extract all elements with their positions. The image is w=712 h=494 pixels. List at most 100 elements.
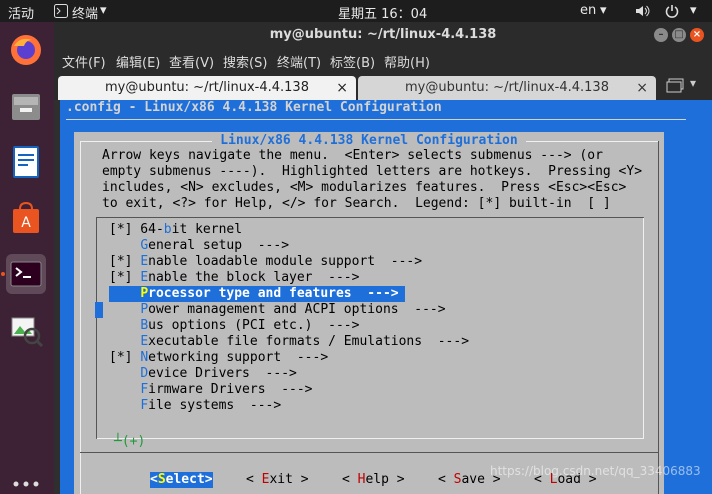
menu-item-label: eneral setup --->: [148, 238, 290, 253]
menu-item-hotkey: P: [140, 302, 149, 317]
menu-view[interactable]: 查看(V): [169, 52, 214, 71]
menu-item[interactable]: Device Drivers --->: [109, 366, 297, 382]
help-text-line: Arrow keys navigate the menu. <Enter> se…: [102, 148, 603, 163]
dialog-border-right: [658, 141, 659, 494]
activities-button[interactable]: 活动: [8, 3, 34, 22]
dialog-button[interactable]: < Exit >: [246, 472, 309, 488]
menu-item-prefix: [*]: [109, 270, 141, 285]
menu-item-label: it kernel: [171, 222, 243, 237]
menu-item-hotkey: B: [140, 318, 149, 333]
menu-item[interactable]: File systems --->: [109, 398, 281, 414]
software-center-icon[interactable]: A: [6, 198, 46, 238]
menu-item[interactable]: Power management and ACPI options --->: [109, 302, 446, 318]
menu-item-prefix: [109, 334, 140, 349]
window-title: my@ubuntu: ~/rt/linux-4.4.138: [54, 22, 712, 48]
dialog-button[interactable]: < Help >: [342, 472, 405, 488]
menu-item[interactable]: Processor type and features --->: [109, 286, 405, 302]
button-label: elp >: [365, 472, 405, 487]
menu-item-hotkey: N: [140, 350, 149, 365]
menu-item-prefix: [109, 318, 140, 333]
close-icon[interactable]: ×: [690, 28, 704, 42]
chevron-down-icon[interactable]: ▾: [600, 3, 607, 18]
button-bracket: <: [246, 472, 262, 487]
menu-item[interactable]: [*] Enable loadable module support --->: [109, 254, 422, 270]
button-separator: [80, 452, 658, 453]
menu-item[interactable]: Bus options (PCI etc.) --->: [109, 318, 359, 334]
button-hotkey: S: [157, 472, 166, 487]
tab-close-icon[interactable]: ×: [636, 76, 648, 100]
tab-label: my@ubuntu: ~/rt/linux-4.4.138: [405, 80, 609, 95]
menu-item[interactable]: Executable file formats / Emulations ---…: [109, 334, 469, 350]
menu-item-prefix: [*]: [109, 254, 141, 269]
menu-item-label: us options (PCI etc.) --->: [148, 318, 360, 333]
terminal-icon[interactable]: [6, 254, 46, 294]
menu-item[interactable]: General setup --->: [109, 238, 289, 254]
help-text-line: to exit, <?> for Help, </> for Search. L…: [102, 196, 611, 211]
power-icon[interactable]: [664, 3, 680, 23]
menu-item[interactable]: [*] Enable the block layer --->: [109, 270, 359, 286]
config-title: .config - Linux/x86 4.4.138 Kernel Confi…: [66, 100, 442, 115]
maximize-icon[interactable]: □: [672, 28, 686, 42]
dialog-title: Linux/x86 4.4.138 Kernel Configuration: [212, 133, 526, 148]
clock[interactable]: 星期五 16：04: [338, 3, 427, 22]
tab-bar: my@ubuntu: ~/rt/linux-4.4.138 × my@ubunt…: [54, 72, 712, 100]
menu-file[interactable]: 文件(F): [62, 52, 106, 71]
show-applications-icon[interactable]: [6, 476, 46, 492]
menu-item-hotkey: E: [140, 334, 149, 349]
chevron-down-icon[interactable]: ▾: [690, 76, 696, 90]
top-bar: 活动 终端 ▾ 星期五 16：04 en ▾ ▾: [0, 0, 712, 22]
files-icon[interactable]: [6, 86, 46, 126]
menu-edit[interactable]: 编辑(E): [116, 52, 160, 71]
firefox-icon[interactable]: [6, 30, 46, 70]
text-cursor: [95, 302, 103, 318]
new-tab-icon[interactable]: [666, 78, 686, 98]
button-bracket: <: [342, 472, 358, 487]
menu-search[interactable]: 搜索(S): [223, 52, 267, 71]
terminal-window: my@ubuntu: ~/rt/linux-4.4.138 – □ × 文件(F…: [54, 22, 712, 494]
menu-item-prefix: [109, 286, 140, 301]
dialog-border-left: [80, 141, 81, 494]
watermark: https://blog.csdn.net/qq_33406883: [490, 464, 701, 478]
menu-item[interactable]: [*] 64-bit kernel: [109, 222, 242, 238]
dialog-button[interactable]: <Select>: [150, 472, 213, 488]
menu-item-prefix: [109, 398, 140, 413]
app-menu-label[interactable]: 终端: [72, 3, 98, 22]
menu-item-label: xecutable file formats / Emulations --->: [148, 334, 470, 349]
menu-item-label: nable loadable module support --->: [148, 254, 423, 269]
menu-item-label: nable the block layer --->: [148, 270, 360, 285]
input-language[interactable]: en: [580, 3, 596, 18]
help-text-line: empty submenus ----). Highlighted letter…: [102, 164, 643, 179]
menu-item[interactable]: Firmware Drivers --->: [109, 382, 312, 398]
title-underline: [66, 119, 686, 120]
chevron-down-icon[interactable]: ▾: [100, 3, 107, 18]
menu-item-hotkey: G: [140, 238, 149, 253]
menu-item-hotkey: P: [140, 286, 149, 301]
terminal-screen[interactable]: .config - Linux/x86 4.4.138 Kernel Confi…: [60, 100, 712, 494]
menu-tabs[interactable]: 标签(B): [330, 52, 375, 71]
terminal-app-icon: [54, 4, 68, 18]
menu-item-label: etworking support --->: [148, 350, 329, 365]
menu-bar: 文件(F) 编辑(E) 查看(V) 搜索(S) 终端(T) 标签(B) 帮助(H…: [54, 48, 712, 72]
writer-icon[interactable]: [6, 142, 46, 182]
menu-item-label: ile systems --->: [148, 398, 282, 413]
menu-item-label: ower management and ACPI options --->: [148, 302, 446, 317]
tab-label: my@ubuntu: ~/rt/linux-4.4.138: [105, 80, 309, 95]
minimize-icon[interactable]: –: [654, 28, 668, 42]
button-bracket: <: [150, 472, 158, 487]
menu-item-hotkey: F: [140, 398, 149, 413]
menu-item-prefix: [*]: [109, 350, 141, 365]
tab-close-icon[interactable]: ×: [336, 76, 348, 100]
menu-help[interactable]: 帮助(H): [384, 52, 430, 71]
chevron-down-icon[interactable]: ▾: [690, 3, 697, 18]
dock: A: [0, 22, 54, 494]
menu-item-prefix: [109, 366, 140, 381]
tab-inactive[interactable]: my@ubuntu: ~/rt/linux-4.4.138 ×: [358, 76, 656, 100]
running-indicator: [1, 272, 5, 276]
speaker-icon[interactable]: [634, 4, 650, 22]
menu-item[interactable]: [*] Networking support --->: [109, 350, 328, 366]
menuconfig-dialog: Linux/x86 4.4.138 Kernel Configuration A…: [74, 132, 664, 494]
tab-active[interactable]: my@ubuntu: ~/rt/linux-4.4.138 ×: [58, 76, 356, 100]
image-viewer-icon[interactable]: [6, 310, 46, 350]
menu-terminal[interactable]: 终端(T): [277, 52, 321, 71]
menu-item-hotkey: E: [140, 270, 149, 285]
